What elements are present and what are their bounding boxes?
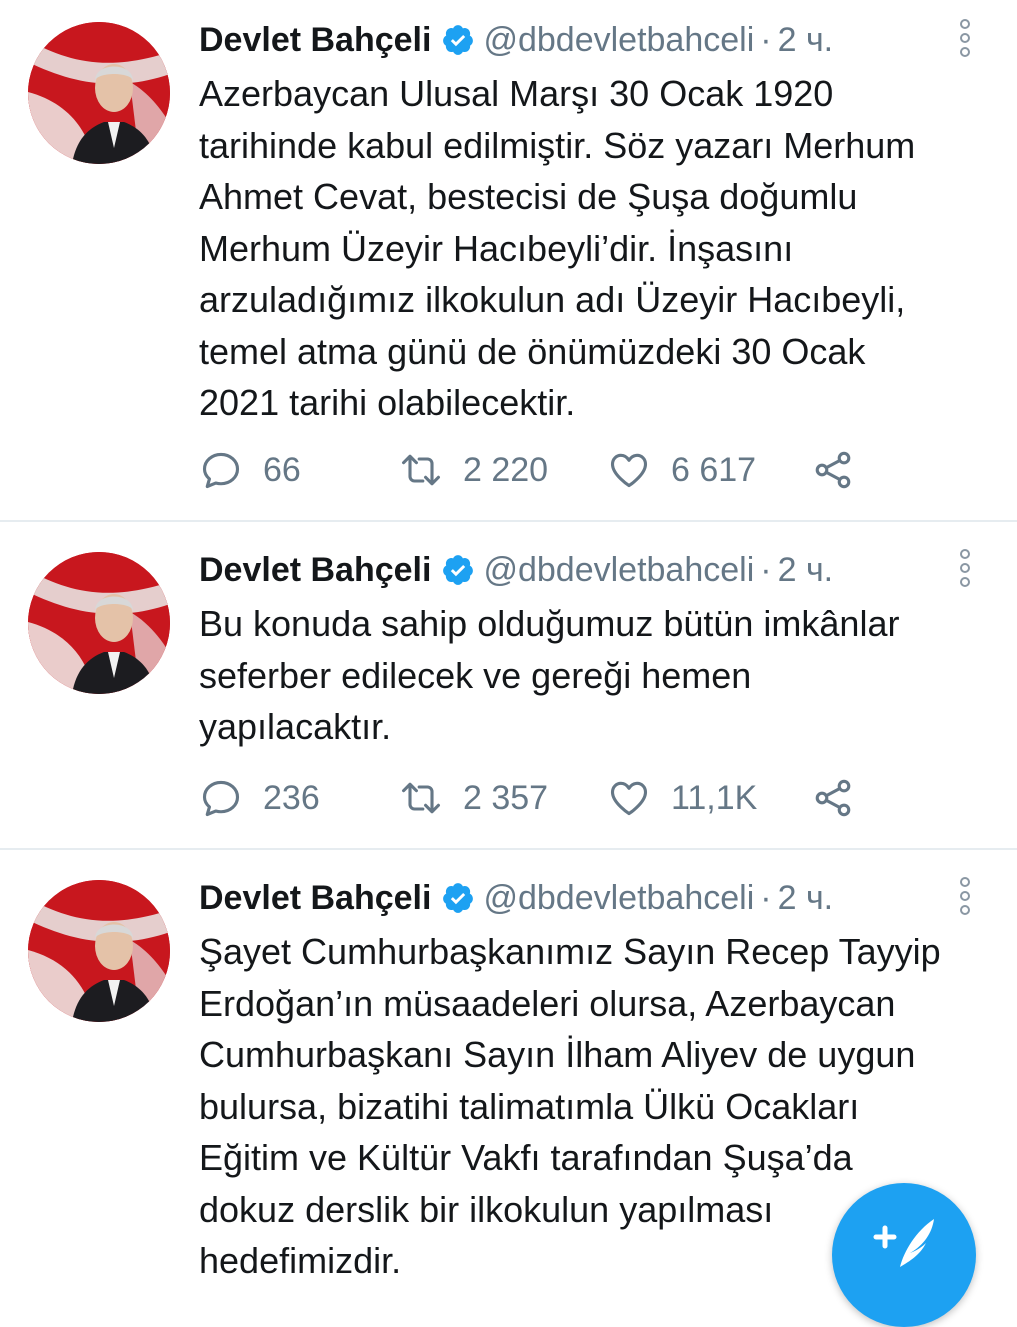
reply-button[interactable]: 66 — [199, 448, 301, 492]
tweet[interactable]: Devlet Bahçeli @dbdevletbahceli · 2 ч. A… — [0, 0, 1017, 522]
tweet-header: Devlet Bahçeli @dbdevletbahceli · 2 ч. — [199, 18, 833, 62]
reply-count: 66 — [263, 450, 301, 489]
divider — [0, 520, 1017, 522]
author-name[interactable]: Devlet Bahçeli — [199, 879, 431, 918]
reply-count: 236 — [263, 778, 320, 817]
heart-icon — [607, 776, 651, 820]
tweet-actions: 66 2 220 6 617 — [199, 448, 879, 492]
share-button[interactable] — [811, 448, 875, 492]
like-count: 11,1K — [671, 778, 758, 817]
verified-badge-icon — [441, 553, 475, 587]
compose-tweet-icon — [870, 1211, 938, 1271]
avatar[interactable] — [28, 880, 170, 1022]
share-icon — [811, 448, 855, 492]
like-count: 6 617 — [671, 450, 757, 489]
avatar[interactable] — [28, 552, 170, 694]
author-handle[interactable]: @dbdevletbahceli — [483, 879, 754, 918]
heart-icon — [607, 448, 651, 492]
more-vertical-icon[interactable] — [954, 876, 976, 916]
verified-badge-icon — [441, 23, 475, 57]
author-handle[interactable]: @dbdevletbahceli — [483, 551, 754, 590]
compose-tweet-button[interactable] — [832, 1183, 976, 1327]
retweet-count: 2 220 — [463, 450, 549, 489]
tweet-text: Bu konuda sahip olduğumuz bütün imkânlar… — [199, 603, 900, 747]
more-vertical-icon[interactable] — [954, 548, 976, 588]
more-vertical-icon[interactable] — [954, 18, 976, 58]
retweet-icon — [399, 448, 443, 492]
separator: · — [760, 550, 772, 589]
avatar[interactable] — [28, 22, 170, 164]
retweet-count: 2 357 — [463, 778, 549, 817]
author-name[interactable]: Devlet Bahçeli — [199, 551, 431, 590]
retweet-icon — [399, 776, 443, 820]
author-handle[interactable]: @dbdevletbahceli — [483, 21, 754, 60]
retweet-button[interactable]: 2 357 — [399, 776, 548, 820]
divider — [0, 848, 1017, 850]
retweet-button[interactable]: 2 220 — [399, 448, 548, 492]
verified-badge-icon — [441, 881, 475, 915]
separator: · — [760, 20, 772, 59]
timestamp[interactable]: 2 ч. — [778, 21, 834, 60]
timestamp[interactable]: 2 ч. — [778, 551, 834, 590]
tweet[interactable]: Devlet Bahçeli @dbdevletbahceli · 2 ч. B… — [0, 530, 1017, 850]
like-button[interactable]: 11,1K — [607, 776, 757, 820]
like-button[interactable]: 6 617 — [607, 448, 756, 492]
share-icon — [811, 776, 855, 820]
reply-icon — [199, 776, 243, 820]
separator: · — [760, 878, 772, 917]
share-button[interactable] — [811, 776, 875, 820]
reply-icon — [199, 448, 243, 492]
tweet-text: Azerbaycan Ulusal Marşı 30 Ocak 1920 tar… — [199, 73, 916, 423]
tweet-actions: 236 2 357 11,1K — [199, 776, 879, 820]
timestamp[interactable]: 2 ч. — [778, 879, 834, 918]
reply-button[interactable]: 236 — [199, 776, 320, 820]
tweet-header: Devlet Bahçeli @dbdevletbahceli · 2 ч. — [199, 548, 833, 592]
author-name[interactable]: Devlet Bahçeli — [199, 21, 431, 60]
tweet-header: Devlet Bahçeli @dbdevletbahceli · 2 ч. — [199, 876, 833, 920]
